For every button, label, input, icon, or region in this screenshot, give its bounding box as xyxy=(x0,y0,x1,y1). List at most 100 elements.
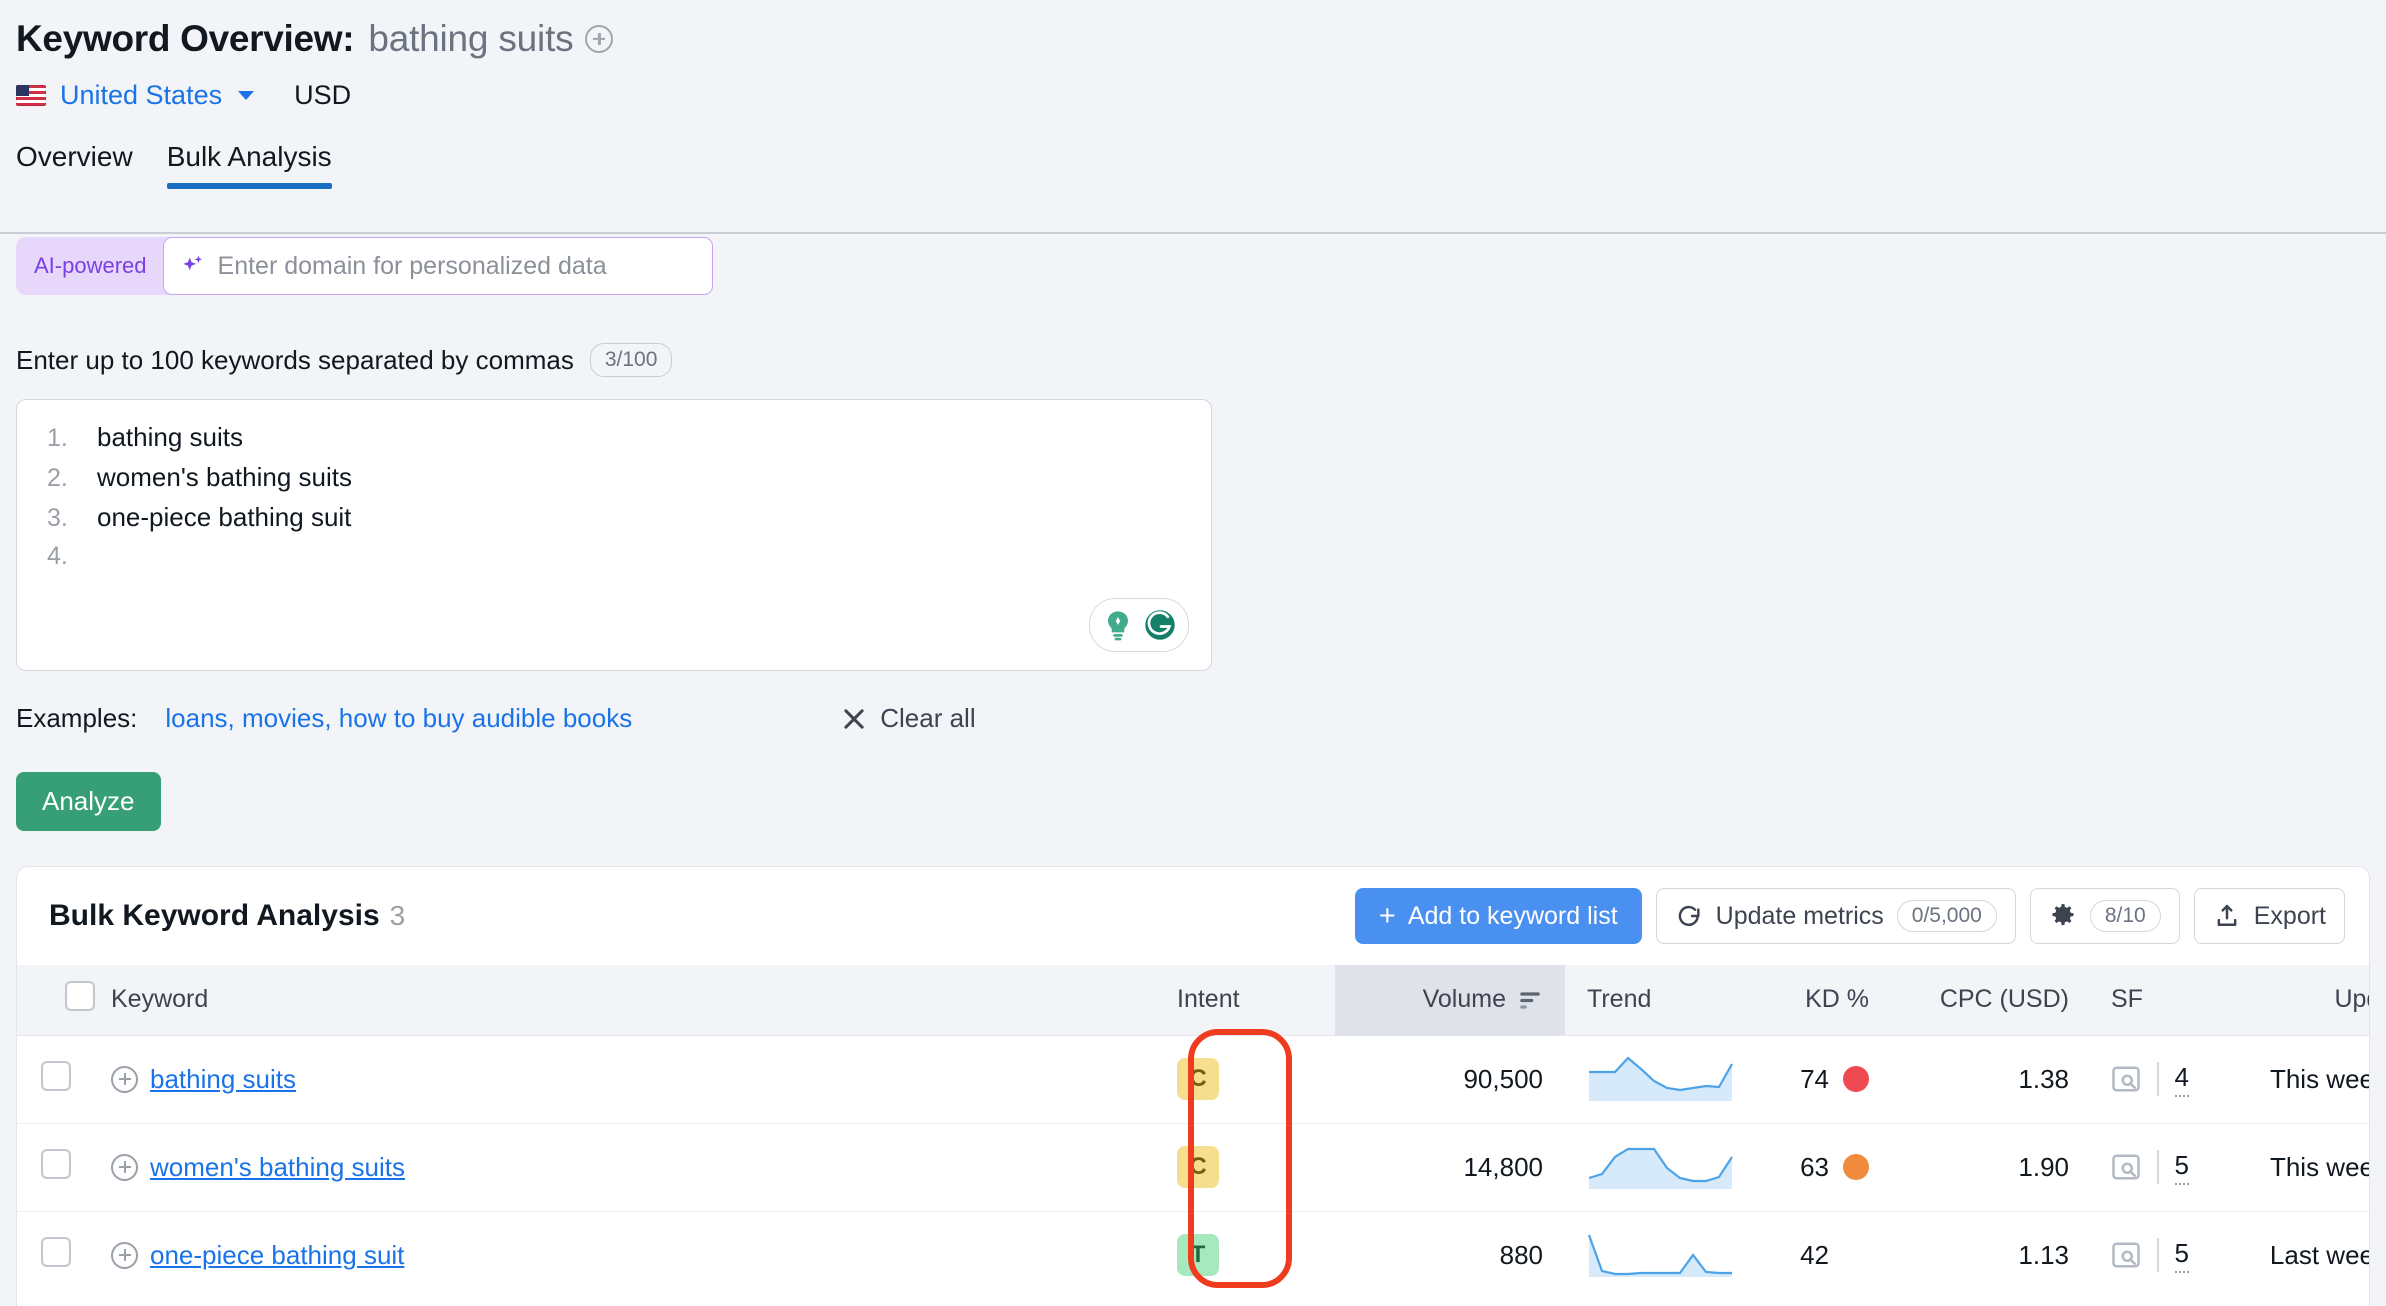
header-trend[interactable]: Trend xyxy=(1565,965,1735,1035)
row-keyword-cell: bathing suits xyxy=(95,1035,1155,1123)
keyword-line: 2. women's bathing suits xyxy=(17,462,1211,502)
sort-descending-icon xyxy=(1517,989,1543,1011)
header-kd[interactable]: KD % xyxy=(1735,965,1885,1035)
keyword-line: 3. one-piece bathing suit xyxy=(17,502,1211,542)
lightbulb-icon[interactable] xyxy=(1097,604,1139,646)
row-kd-cell: 74 xyxy=(1735,1035,1885,1123)
row-volume-cell: 14,800 xyxy=(1335,1123,1565,1211)
keyword-link[interactable]: bathing suits xyxy=(150,1064,296,1095)
country-selector-label[interactable]: United States xyxy=(60,80,222,111)
sf-count[interactable]: 4 xyxy=(2175,1062,2189,1097)
sf-count[interactable]: 5 xyxy=(2175,1238,2189,1273)
row-sf-cell: 4 xyxy=(2085,1035,2215,1123)
row-updated-cell: This week xyxy=(2215,1123,2370,1211)
refresh-icon xyxy=(1675,902,1703,930)
intent-badge[interactable]: C xyxy=(1177,1058,1219,1100)
table-row[interactable]: one-piece bathing suit T 880 xyxy=(17,1211,2370,1299)
keyword-line-number: 1. xyxy=(47,424,97,453)
select-all-checkbox[interactable] xyxy=(65,981,95,1011)
page-title: Keyword Overview: bathing suits xyxy=(16,18,2386,60)
row-kd-cell: 63 xyxy=(1735,1123,1885,1211)
divider xyxy=(2157,1062,2159,1096)
row-trend-cell xyxy=(1565,1123,1735,1211)
tab-divider xyxy=(0,232,2386,234)
tab-bar: Overview Bulk Analysis xyxy=(16,141,2386,189)
add-keyword-icon[interactable] xyxy=(111,1066,138,1093)
keywords-counter-badge: 3/100 xyxy=(590,343,673,377)
header-intent[interactable]: Intent xyxy=(1155,965,1335,1035)
serp-features-icon[interactable] xyxy=(2111,1241,2141,1269)
table-header-row: Keyword Intent Volume Trend xyxy=(17,965,2370,1035)
serp-features-icon[interactable] xyxy=(2111,1153,2141,1181)
close-icon xyxy=(842,707,866,731)
table-row[interactable]: bathing suits C 90,500 xyxy=(17,1035,2370,1123)
row-cpc-cell: 1.90 xyxy=(1885,1123,2085,1211)
intent-badge[interactable]: C xyxy=(1177,1146,1219,1188)
plus-icon: + xyxy=(1379,902,1396,931)
header-updated[interactable]: Updated xyxy=(2215,965,2370,1035)
sf-count[interactable]: 5 xyxy=(2175,1150,2189,1185)
ai-powered-badge: AI-powered xyxy=(16,253,163,279)
bulk-keyword-table: Keyword Intent Volume Trend xyxy=(17,965,2370,1299)
header-sf[interactable]: SF xyxy=(2085,965,2215,1035)
keyword-line-text: women's bathing suits xyxy=(97,462,352,493)
page-header: Keyword Overview: bathing suits United S… xyxy=(0,0,2386,111)
tab-bulk-analysis[interactable]: Bulk Analysis xyxy=(167,141,332,189)
results-panel-title: Bulk Keyword Analysis xyxy=(49,899,380,933)
column-settings-quota: 8/10 xyxy=(2090,900,2161,932)
keyword-line-number: 2. xyxy=(47,464,97,493)
add-keyword-icon[interactable] xyxy=(111,1154,138,1181)
chevron-down-icon[interactable] xyxy=(238,91,254,100)
row-intent-cell: C xyxy=(1155,1123,1335,1211)
clear-all-button[interactable]: Clear all xyxy=(842,703,975,734)
results-panel-actions: + Add to keyword list Update metrics 0/5… xyxy=(1355,888,2345,944)
column-settings-button[interactable]: 8/10 xyxy=(2030,888,2180,944)
examples-links[interactable]: loans, movies, how to buy audible books xyxy=(165,703,632,734)
add-to-keyword-list-button[interactable]: + Add to keyword list xyxy=(1355,888,1642,944)
keywords-label-row: Enter up to 100 keywords separated by co… xyxy=(16,343,2386,377)
row-select-cell xyxy=(17,1123,95,1211)
keyword-link[interactable]: women's bathing suits xyxy=(150,1152,405,1183)
updated-value: Last week xyxy=(2270,1240,2370,1271)
keywords-textarea[interactable]: 1. bathing suits 2. women's bathing suit… xyxy=(16,399,1212,671)
row-intent-cell: T xyxy=(1155,1211,1335,1299)
grammarly-logo-icon[interactable] xyxy=(1139,604,1181,646)
row-checkbox[interactable] xyxy=(41,1237,71,1267)
add-keyword-icon[interactable] xyxy=(585,25,613,53)
domain-input[interactable]: Enter domain for personalized data xyxy=(163,237,713,295)
kd-value: 74 xyxy=(1800,1064,1829,1095)
header-cpc[interactable]: CPC (USD) xyxy=(1885,965,2085,1035)
keyword-link[interactable]: one-piece bathing suit xyxy=(150,1240,404,1271)
update-metrics-button[interactable]: Update metrics 0/5,000 xyxy=(1656,888,2016,944)
row-checkbox[interactable] xyxy=(41,1149,71,1179)
row-kd-cell: 42 xyxy=(1735,1211,1885,1299)
row-checkbox[interactable] xyxy=(41,1061,71,1091)
export-label: Export xyxy=(2254,902,2326,931)
trend-sparkline xyxy=(1587,1051,1737,1107)
table-row[interactable]: women's bathing suits C 14,800 xyxy=(17,1123,2370,1211)
row-keyword-cell: one-piece bathing suit xyxy=(95,1211,1155,1299)
trend-sparkline xyxy=(1587,1227,1737,1283)
row-sf-cell: 5 xyxy=(2085,1211,2215,1299)
results-panel: Bulk Keyword Analysis 3 + Add to keyword… xyxy=(16,866,2370,1306)
keyword-line-text: bathing suits xyxy=(97,422,243,453)
add-keyword-icon[interactable] xyxy=(111,1242,138,1269)
page-title-keyword: bathing suits xyxy=(368,18,573,60)
divider xyxy=(2157,1238,2159,1272)
header-volume[interactable]: Volume xyxy=(1335,965,1565,1035)
row-sf-cell: 5 xyxy=(2085,1123,2215,1211)
row-updated-cell: This week xyxy=(2215,1035,2370,1123)
grammarly-badge[interactable] xyxy=(1089,598,1189,652)
results-count: 3 xyxy=(390,900,406,932)
export-button[interactable]: Export xyxy=(2194,888,2345,944)
us-flag-icon xyxy=(16,85,46,106)
kd-status-dot xyxy=(1843,1242,1869,1268)
analyze-button[interactable]: Analyze xyxy=(16,772,161,831)
header-keyword[interactable]: Keyword xyxy=(95,965,1155,1035)
row-cpc-cell: 1.38 xyxy=(1885,1035,2085,1123)
serp-features-icon[interactable] xyxy=(2111,1065,2141,1093)
tab-overview[interactable]: Overview xyxy=(16,141,133,189)
row-select-cell xyxy=(17,1035,95,1123)
intent-badge[interactable]: T xyxy=(1177,1234,1219,1276)
add-to-keyword-list-label: Add to keyword list xyxy=(1408,902,1618,931)
